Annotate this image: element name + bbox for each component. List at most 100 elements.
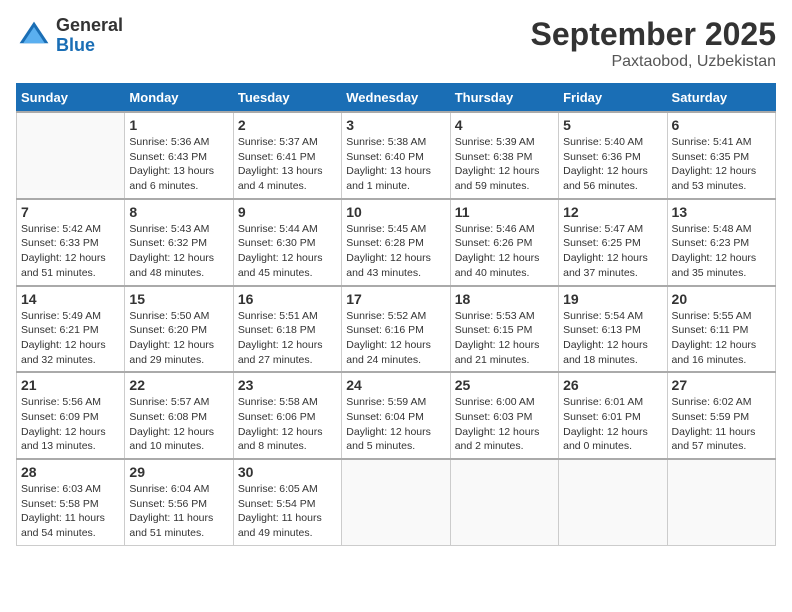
calendar-header-wednesday: Wednesday (342, 84, 450, 113)
day-number: 29 (129, 464, 228, 480)
day-info: Sunrise: 5:56 AMSunset: 6:09 PMDaylight:… (21, 395, 120, 454)
day-info: Sunrise: 5:46 AMSunset: 6:26 PMDaylight:… (455, 222, 554, 281)
day-number: 15 (129, 291, 228, 307)
calendar-cell (667, 459, 775, 545)
day-info: Sunrise: 5:57 AMSunset: 6:08 PMDaylight:… (129, 395, 228, 454)
calendar-cell: 24Sunrise: 5:59 AMSunset: 6:04 PMDayligh… (342, 372, 450, 459)
week-row-1: 1 Sunrise: 5:36 AMSunset: 6:43 PMDaylight… (17, 112, 776, 199)
calendar-cell: 7 Sunrise: 5:42 AMSunset: 6:33 PMDaylight… (17, 199, 125, 286)
logo-text: General Blue (56, 16, 123, 56)
day-number: 7 (21, 204, 120, 220)
day-info: Sunrise: 5:44 AMSunset: 6:30 PMDaylight:… (238, 222, 337, 281)
day-number: 5 (563, 117, 662, 133)
day-info: Sunrise: 5:51 AMSunset: 6:18 PMDaylight:… (238, 309, 337, 368)
day-info: Sunrise: 5:55 AMSunset: 6:11 PMDaylight:… (672, 309, 771, 368)
day-number: 24 (346, 377, 445, 393)
day-number: 16 (238, 291, 337, 307)
calendar-header-sunday: Sunday (17, 84, 125, 113)
calendar-cell: 3Sunrise: 5:38 AMSunset: 6:40 PMDaylight… (342, 112, 450, 199)
day-info: Sunrise: 6:03 AMSunset: 5:58 PMDaylight:… (21, 482, 120, 541)
day-info: Sunrise: 5:48 AMSunset: 6:23 PMDaylight:… (672, 222, 771, 281)
logo-icon (16, 18, 52, 54)
day-number: 26 (563, 377, 662, 393)
day-info: Sunrise: 5:36 AMSunset: 6:43 PMDaylight:… (129, 135, 228, 194)
calendar-cell: 19Sunrise: 5:54 AMSunset: 6:13 PMDayligh… (559, 286, 667, 373)
calendar-cell: 2Sunrise: 5:37 AMSunset: 6:41 PMDaylight… (233, 112, 341, 199)
calendar-header-tuesday: Tuesday (233, 84, 341, 113)
calendar-header-saturday: Saturday (667, 84, 775, 113)
calendar-table: SundayMondayTuesdayWednesdayThursdayFrid… (16, 83, 776, 546)
day-info: Sunrise: 6:00 AMSunset: 6:03 PMDaylight:… (455, 395, 554, 454)
calendar-cell: 4 Sunrise: 5:39 AMSunset: 6:38 PMDaylight… (450, 112, 558, 199)
week-row-3: 14Sunrise: 5:49 AMSunset: 6:21 PMDayligh… (17, 286, 776, 373)
day-info: Sunrise: 6:04 AMSunset: 5:56 PMDaylight:… (129, 482, 228, 541)
month-title: September 2025 (531, 16, 776, 53)
calendar-cell: 11 Sunrise: 5:46 AMSunset: 6:26 PMDayligh… (450, 199, 558, 286)
day-number: 4 (455, 117, 554, 133)
calendar-cell: 12Sunrise: 5:47 AMSunset: 6:25 PMDayligh… (559, 199, 667, 286)
calendar-cell: 17Sunrise: 5:52 AMSunset: 6:16 PMDayligh… (342, 286, 450, 373)
day-info: Sunrise: 6:05 AMSunset: 5:54 PMDaylight:… (238, 482, 337, 541)
location: Paxtaobod, Uzbekistan (531, 53, 776, 71)
day-info: Sunrise: 5:45 AMSunset: 6:28 PMDaylight:… (346, 222, 445, 281)
calendar-header-friday: Friday (559, 84, 667, 113)
calendar-cell: 6Sunrise: 5:41 AMSunset: 6:35 PMDaylight… (667, 112, 775, 199)
logo-general: General (56, 16, 123, 36)
calendar-cell (342, 459, 450, 545)
day-number: 10 (346, 204, 445, 220)
day-info: Sunrise: 5:41 AMSunset: 6:35 PMDaylight:… (672, 135, 771, 194)
calendar-cell: 21 Sunrise: 5:56 AMSunset: 6:09 PMDayligh… (17, 372, 125, 459)
calendar-cell: 27Sunrise: 6:02 AMSunset: 5:59 PMDayligh… (667, 372, 775, 459)
day-number: 9 (238, 204, 337, 220)
calendar-header-thursday: Thursday (450, 84, 558, 113)
calendar-cell: 22Sunrise: 5:57 AMSunset: 6:08 PMDayligh… (125, 372, 233, 459)
calendar-cell: 1 Sunrise: 5:36 AMSunset: 6:43 PMDaylight… (125, 112, 233, 199)
day-number: 23 (238, 377, 337, 393)
day-info: Sunrise: 5:50 AMSunset: 6:20 PMDaylight:… (129, 309, 228, 368)
day-info: Sunrise: 5:37 AMSunset: 6:41 PMDaylight:… (238, 135, 337, 194)
day-number: 18 (455, 291, 554, 307)
day-info: Sunrise: 6:01 AMSunset: 6:01 PMDaylight:… (563, 395, 662, 454)
page-header: General Blue September 2025 Paxtaobod, U… (16, 16, 776, 71)
calendar-cell: 5 Sunrise: 5:40 AMSunset: 6:36 PMDaylight… (559, 112, 667, 199)
day-info: Sunrise: 5:38 AMSunset: 6:40 PMDaylight:… (346, 135, 445, 194)
day-info: Sunrise: 5:53 AMSunset: 6:15 PMDaylight:… (455, 309, 554, 368)
day-info: Sunrise: 6:02 AMSunset: 5:59 PMDaylight:… (672, 395, 771, 454)
calendar-cell: 8 Sunrise: 5:43 AMSunset: 6:32 PMDaylight… (125, 199, 233, 286)
calendar-cell: 28 Sunrise: 6:03 AMSunset: 5:58 PMDayligh… (17, 459, 125, 545)
calendar-cell (559, 459, 667, 545)
calendar-cell: 15 Sunrise: 5:50 AMSunset: 6:20 PMDayligh… (125, 286, 233, 373)
calendar-cell: 29 Sunrise: 6:04 AMSunset: 5:56 PMDayligh… (125, 459, 233, 545)
day-info: Sunrise: 5:43 AMSunset: 6:32 PMDaylight:… (129, 222, 228, 281)
calendar-header-monday: Monday (125, 84, 233, 113)
day-number: 8 (129, 204, 228, 220)
calendar-cell: 25 Sunrise: 6:00 AMSunset: 6:03 PMDayligh… (450, 372, 558, 459)
day-info: Sunrise: 5:42 AMSunset: 6:33 PMDaylight:… (21, 222, 120, 281)
day-info: Sunrise: 5:47 AMSunset: 6:25 PMDaylight:… (563, 222, 662, 281)
calendar-cell: 9 Sunrise: 5:44 AMSunset: 6:30 PMDaylight… (233, 199, 341, 286)
week-row-5: 28 Sunrise: 6:03 AMSunset: 5:58 PMDayligh… (17, 459, 776, 545)
calendar-cell (17, 112, 125, 199)
day-number: 21 (21, 377, 120, 393)
week-row-4: 21 Sunrise: 5:56 AMSunset: 6:09 PMDayligh… (17, 372, 776, 459)
calendar-cell: 26 Sunrise: 6:01 AMSunset: 6:01 PMDayligh… (559, 372, 667, 459)
calendar-cell: 16 Sunrise: 5:51 AMSunset: 6:18 PMDayligh… (233, 286, 341, 373)
day-number: 25 (455, 377, 554, 393)
day-number: 11 (455, 204, 554, 220)
day-number: 1 (129, 117, 228, 133)
day-info: Sunrise: 5:58 AMSunset: 6:06 PMDaylight:… (238, 395, 337, 454)
calendar-cell: 18 Sunrise: 5:53 AMSunset: 6:15 PMDayligh… (450, 286, 558, 373)
title-area: September 2025 Paxtaobod, Uzbekistan (531, 16, 776, 71)
day-info: Sunrise: 5:49 AMSunset: 6:21 PMDaylight:… (21, 309, 120, 368)
week-row-2: 7 Sunrise: 5:42 AMSunset: 6:33 PMDaylight… (17, 199, 776, 286)
logo: General Blue (16, 16, 123, 56)
logo-blue: Blue (56, 36, 123, 56)
calendar-cell (450, 459, 558, 545)
day-number: 20 (672, 291, 771, 307)
calendar-cell: 13 Sunrise: 5:48 AMSunset: 6:23 PMDayligh… (667, 199, 775, 286)
day-info: Sunrise: 5:40 AMSunset: 6:36 PMDaylight:… (563, 135, 662, 194)
day-info: Sunrise: 5:39 AMSunset: 6:38 PMDaylight:… (455, 135, 554, 194)
day-number: 28 (21, 464, 120, 480)
day-number: 13 (672, 204, 771, 220)
day-number: 19 (563, 291, 662, 307)
